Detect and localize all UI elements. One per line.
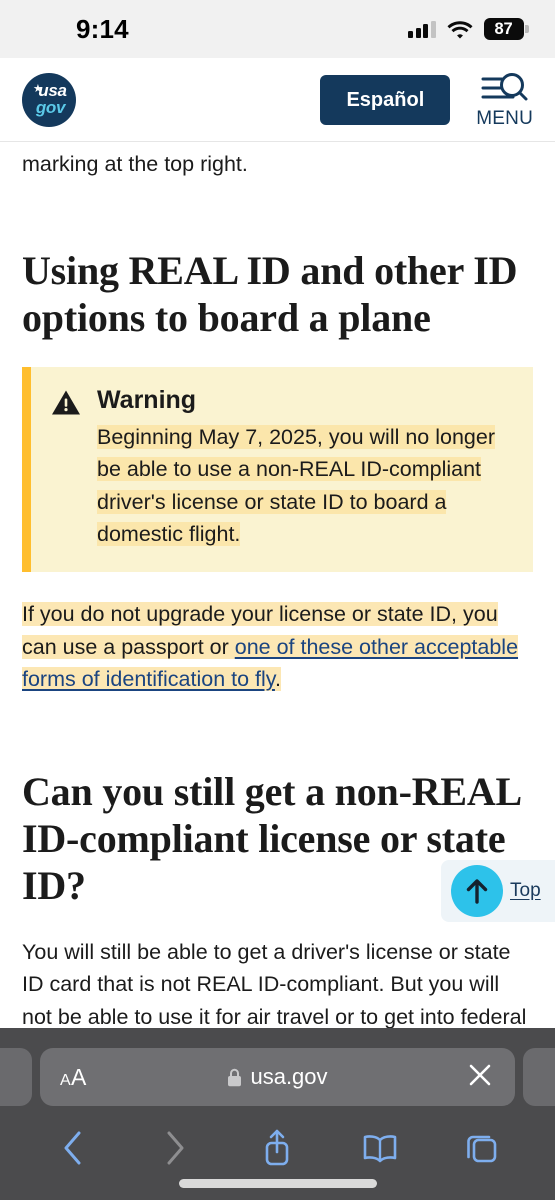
stop-reload-close-button[interactable] <box>465 1060 495 1095</box>
tabs-icon <box>467 1135 497 1163</box>
page-heading-using-real-id: Using REAL ID and other ID options to bo… <box>22 247 518 340</box>
text-size-button[interactable]: AA <box>60 1065 87 1089</box>
cellular-signal-icon <box>408 20 436 38</box>
share-button[interactable] <box>247 1124 307 1172</box>
paragraph-still-get-license: You will still be able to get a driver's… <box>22 939 527 1028</box>
close-icon <box>469 1064 491 1085</box>
forward-button[interactable] <box>145 1124 205 1172</box>
warning-alert-text: Beginning May 7, 2025, you will no longe… <box>97 421 511 550</box>
warning-alert: Warning Beginning May 7, 2025, you will … <box>22 367 533 573</box>
address-bar[interactable]: AA usa.gov <box>40 1048 515 1106</box>
paragraph-passport-options: If you do not upgrade your license or st… <box>22 598 533 696</box>
safari-toolbar: AA usa.gov <box>0 1028 555 1200</box>
book-icon <box>363 1135 396 1163</box>
usagov-logo[interactable]: ★ usa gov <box>22 72 76 127</box>
wifi-icon <box>447 20 472 38</box>
arrow-up-icon <box>466 879 488 904</box>
back-to-top-circle <box>451 865 503 917</box>
page-content: marking at the top right. Using REAL ID … <box>0 142 555 1028</box>
tabs-button[interactable] <box>452 1124 512 1172</box>
address-bar-center: usa.gov <box>40 1066 515 1088</box>
warning-alert-title: Warning <box>97 386 197 415</box>
warning-triangle-icon <box>51 389 81 550</box>
partial-paragraph-top: marking at the top right. <box>22 152 248 176</box>
warning-alert-text-highlight: Beginning May 7, 2025, you will no longe… <box>97 425 496 546</box>
menu-button[interactable]: MENU <box>476 70 533 130</box>
back-button[interactable] <box>43 1124 103 1172</box>
logo-gov-text: gov <box>35 97 66 117</box>
logo-star-icon: ★ <box>33 82 43 95</box>
back-to-top-label: Top <box>510 880 541 901</box>
hamburger-search-icon <box>481 72 528 100</box>
next-tab-peek[interactable] <box>523 1048 555 1106</box>
lock-icon <box>228 1068 242 1086</box>
home-indicator <box>178 1179 377 1188</box>
chevron-right-icon <box>167 1131 184 1165</box>
phone-screen: 9:14 87 ★ usa gov Español MENU marking a… <box>0 0 555 1200</box>
status-bar: 9:14 87 <box>0 0 555 58</box>
status-indicators: 87 <box>408 18 529 40</box>
share-icon <box>266 1129 289 1166</box>
battery-icon: 87 <box>483 18 529 40</box>
previous-tab-peek[interactable] <box>0 1048 32 1106</box>
paragraph-text-after-link: . <box>274 667 281 692</box>
chevron-left-icon <box>64 1131 81 1165</box>
warning-alert-body: Warning Beginning May 7, 2025, you will … <box>97 385 511 550</box>
back-to-top-button[interactable]: Top <box>441 860 555 922</box>
url-text: usa.gov <box>250 1064 328 1089</box>
espanol-button[interactable]: Español <box>320 74 451 125</box>
battery-percent: 87 <box>494 19 513 38</box>
safari-url-row: AA usa.gov <box>0 1048 555 1106</box>
site-header: ★ usa gov Español MENU <box>0 58 555 142</box>
bookmarks-button[interactable] <box>350 1124 410 1172</box>
safari-nav-row <box>0 1120 555 1176</box>
status-time: 9:14 <box>76 13 129 44</box>
menu-label: MENU <box>476 107 533 129</box>
